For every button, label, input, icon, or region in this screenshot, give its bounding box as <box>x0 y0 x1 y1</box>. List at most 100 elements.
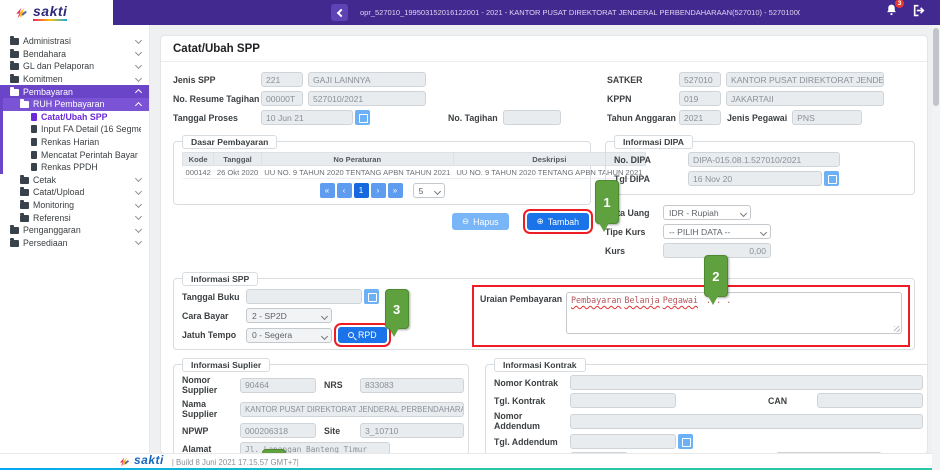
npwp-label: NPWP <box>182 426 240 436</box>
sidebar-item-persediaan[interactable]: Persediaan <box>0 237 149 250</box>
cara-bayar-label: Cara Bayar <box>182 311 246 321</box>
chevron-down-icon <box>135 62 142 69</box>
dasar-pembayaran-section: Dasar Pembayaran Kode Tanggal No Peratur… <box>173 141 591 205</box>
annotation-step-2: 2 <box>704 255 728 297</box>
sidebar-item-catat-ubah-spp[interactable]: Catat/Ubah SPP <box>0 111 149 124</box>
kppn-code-field: 019 <box>679 91 721 106</box>
sidebar-item-administrasi[interactable]: Administrasi <box>0 35 149 48</box>
tgl-kontrak-label: Tgl. Kontrak <box>494 396 570 406</box>
catat-ubah-spp-card: Catat/Ubah SPP Jenis SPP 221 GAJI LAINNY… <box>160 35 928 454</box>
folder-icon <box>20 202 29 209</box>
sidebar-item-ruh-pembayaran[interactable]: RUH Pembayaran <box>0 98 149 111</box>
document-icon <box>31 151 37 159</box>
nomor-addendum-label: Nomor Addendum <box>494 411 570 431</box>
informasi-spp-section: Informasi SPP Tanggal Buku Cara Bayar 2 … <box>173 278 915 350</box>
no-resume-desc-field: 527010/2021 <box>308 91 426 106</box>
mata-uang-select[interactable]: IDR - Rupiah <box>663 205 751 220</box>
sidebar-item-gl-dan-pelaporan[interactable]: GL dan Pelaporan <box>0 60 149 73</box>
notifications-bell-icon[interactable]: 3 <box>885 3 898 22</box>
sidebar-item-bendahara[interactable]: Bendahara <box>0 48 149 61</box>
kurs-label: Kurs <box>605 246 663 256</box>
pagination-page-1-button[interactable]: 1 <box>354 183 369 198</box>
col-kode: Kode <box>183 153 214 166</box>
tgl-kontrak-field <box>570 393 676 408</box>
tambah-dasar-pembayaran-button[interactable]: ⊕Tambah <box>527 213 589 230</box>
folder-icon <box>10 63 19 70</box>
nrs-label: NRS <box>324 380 360 390</box>
uraian-pembayaran-row: 2 Uraian Pembayaran PembayaranBelanjaPeg… <box>476 289 906 343</box>
informasi-suplier-section: Informasi Suplier Nomor Supplier 90464 N… <box>173 364 469 454</box>
sidebar-item-catat-upload[interactable]: Catat/Upload <box>0 186 149 199</box>
back-button[interactable] <box>331 4 348 21</box>
nama-supplier-field: KANTOR PUSAT DIREKTORAT JENDERAL PERBEND… <box>240 402 464 417</box>
dasar-pembayaran-table: Kode Tanggal No Peraturan Deskripsi 0001… <box>182 152 646 179</box>
jenis-pegawai-field: PNS <box>792 110 862 125</box>
sidebar-item-referensi[interactable]: Referensi <box>0 211 149 224</box>
pagination-first-button[interactable]: « <box>320 183 335 198</box>
tanggal-buku-calendar-button[interactable] <box>364 289 379 304</box>
footer-logo-text: sakti <box>134 454 164 469</box>
col-no-peraturan: No Peraturan <box>261 153 453 166</box>
tahun-anggaran-field: 2021 <box>679 110 721 125</box>
chevron-down-icon <box>135 49 142 56</box>
pagination-last-button[interactable]: » <box>388 183 403 198</box>
folder-icon <box>10 76 19 83</box>
nama-supplier-label: Nama Supplier <box>182 399 240 419</box>
logout-icon[interactable] <box>912 4 926 22</box>
folder-icon <box>20 189 29 196</box>
tipe-kurs-select[interactable]: -- PILIH DATA -- <box>663 224 771 239</box>
chevron-down-icon <box>135 200 142 207</box>
sidebar-item-mencatat-perintah-bayar[interactable]: Mencatat Perintah Bayar <box>0 148 149 161</box>
document-icon <box>31 163 37 171</box>
sidebar-item-pembayaran[interactable]: Pembayaran <box>0 85 149 98</box>
sidebar-item-penganggaran[interactable]: Penganggaran <box>0 224 149 237</box>
informasi-spp-title: Informasi SPP <box>182 272 258 286</box>
document-icon <box>31 125 37 133</box>
npwp-field: 000206318 <box>240 423 316 438</box>
sidebar-item-cetak[interactable]: Cetak <box>0 174 149 187</box>
pagination: « ‹ 1 › » 5 <box>182 183 582 198</box>
nomor-supplier-field: 90464 <box>240 378 316 393</box>
pagination-next-button[interactable]: › <box>371 183 386 198</box>
sidebar-item-renkas-ppdh[interactable]: Renkas PPDH <box>0 161 149 174</box>
nomor-kontrak-field <box>570 375 923 390</box>
vertical-scrollbar[interactable] <box>932 25 940 470</box>
no-tagihan-label: No. Tagihan <box>448 113 498 123</box>
tanggal-proses-calendar-button[interactable] <box>355 110 370 125</box>
page-size-select[interactable]: 5 <box>413 183 445 198</box>
informasi-kontrak-title: Informasi Kontrak <box>494 358 586 372</box>
no-resume-code-field: 00000T <box>261 91 303 106</box>
jatuh-tempo-label: Jatuh Tempo <box>182 330 246 340</box>
sidebar-item-komitmen[interactable]: Komitmen <box>0 73 149 86</box>
tgl-dipa-label: Tgl DIPA <box>614 174 688 184</box>
cara-bayar-select[interactable]: 2 - SP2D <box>246 308 332 323</box>
rpd-button[interactable]: RPD <box>338 327 387 343</box>
informasi-dipa-title: Informasi DIPA <box>614 135 693 149</box>
no-dipa-label: No. DIPA <box>614 155 688 165</box>
sidebar-item-renkas-harian[interactable]: Renkas Harian <box>0 136 149 149</box>
kppn-label: KPPN <box>607 94 679 104</box>
can-label: CAN <box>768 396 787 406</box>
table-row[interactable]: 000142 26 Okt 2020 UU NO. 9 TAHUN 2020 T… <box>183 166 646 179</box>
sidebar-item-monitoring[interactable]: Monitoring <box>0 199 149 212</box>
kppn-desc-field: JAKARTAII <box>726 91 884 106</box>
hapus-dasar-pembayaran-button[interactable]: ⊖Hapus <box>452 213 509 230</box>
folder-icon <box>20 101 29 108</box>
scrollbar-thumb[interactable] <box>933 28 939 106</box>
nomor-supplier-label: Nomor Supplier <box>182 375 240 395</box>
tanggal-buku-field[interactable] <box>246 289 362 304</box>
sakti-logo-icon <box>14 6 28 20</box>
folder-icon <box>10 89 19 96</box>
sidebar-item-input-fa-detail[interactable]: Input FA Detail (16 Segmen) <box>0 123 149 136</box>
pagination-prev-button[interactable]: ‹ <box>337 183 352 198</box>
chevron-down-icon <box>135 238 142 245</box>
chevron-up-icon <box>135 102 142 109</box>
document-icon <box>31 113 37 121</box>
uraian-pembayaran-textarea[interactable]: PembayaranBelanjaPegawai . . . <box>566 292 902 334</box>
tgl-addendum-calendar-button[interactable] <box>678 434 693 449</box>
chevron-down-icon <box>135 175 142 182</box>
chevron-left-icon <box>336 8 344 16</box>
sidebar: Administrasi Bendahara GL dan Pelaporan … <box>0 25 150 470</box>
jatuh-tempo-select[interactable]: 0 - Segera <box>246 328 332 343</box>
tgl-dipa-calendar-button[interactable] <box>824 171 839 186</box>
